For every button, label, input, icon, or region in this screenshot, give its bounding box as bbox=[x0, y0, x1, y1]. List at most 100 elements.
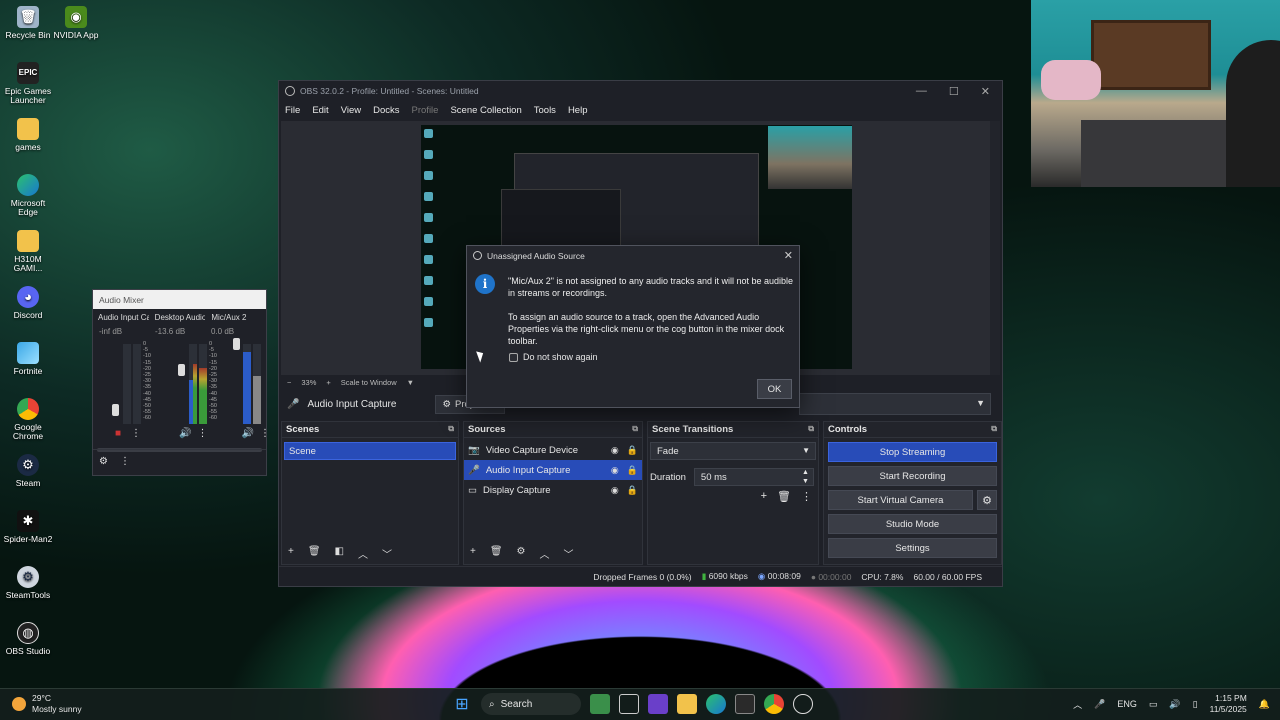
kebab-menu-icon[interactable]: ⋮ bbox=[198, 428, 208, 439]
transition-select[interactable]: Fade ▼ bbox=[650, 442, 816, 460]
volume-fader[interactable] bbox=[112, 404, 119, 416]
do-not-show-checkbox[interactable]: Do not show again bbox=[509, 352, 598, 362]
volume-icon[interactable]: 🔊 bbox=[1169, 699, 1180, 710]
undock-icon[interactable]: ⧉ bbox=[991, 424, 997, 435]
source-item[interactable]: 📷 Video Capture Device ◉ 🔒 bbox=[464, 440, 642, 460]
desktop-icon-steam[interactable]: ⚙ Steam bbox=[0, 454, 56, 488]
gear-icon[interactable]: ⚙ bbox=[517, 546, 526, 560]
desktop-icon-chrome[interactable]: Google Chrome bbox=[0, 398, 56, 442]
audio-device-select[interactable]: ▼ bbox=[799, 393, 991, 415]
dialog-titlebar[interactable]: Unassigned Audio Source ✕ bbox=[467, 246, 799, 265]
undock-icon[interactable]: ⧉ bbox=[632, 424, 638, 435]
widgets-icon[interactable] bbox=[590, 694, 610, 714]
undock-icon[interactable]: ⧉ bbox=[808, 424, 814, 435]
lock-icon[interactable]: 🔒 bbox=[627, 445, 638, 456]
windows-start-icon[interactable]: ⊞ bbox=[452, 694, 472, 714]
menu-edit[interactable]: Edit bbox=[312, 105, 328, 116]
volume-fader[interactable] bbox=[178, 364, 185, 376]
desktop-icon-spiderman2[interactable]: ✱ Spider-Man2 bbox=[0, 510, 56, 544]
menu-file[interactable]: File bbox=[285, 105, 300, 116]
kebab-menu-icon[interactable]: ⋮ bbox=[801, 490, 812, 503]
battery-icon[interactable]: ▯ bbox=[1193, 699, 1198, 710]
kebab-menu-icon[interactable]: ⋮ bbox=[260, 428, 270, 439]
microphone-icon[interactable]: 🎤 bbox=[1094, 699, 1105, 710]
undock-icon[interactable]: ⧉ bbox=[448, 424, 454, 435]
duration-input[interactable]: 50 ms ▲ ▼ bbox=[693, 468, 814, 486]
minimize-icon[interactable]: — bbox=[916, 85, 927, 98]
scene-item[interactable]: Scene bbox=[284, 442, 456, 460]
stop-streaming-button[interactable]: Stop Streaming bbox=[828, 442, 997, 462]
kebab-menu-icon[interactable]: ⋮ bbox=[120, 456, 130, 469]
move-down-icon[interactable]: ﹀ bbox=[564, 546, 574, 561]
desktop-icon-discord[interactable]: ◕ Discord bbox=[0, 286, 56, 320]
speaker-icon[interactable]: 🔊 bbox=[242, 428, 254, 439]
desktop-icon-obs[interactable]: ◍ OBS Studio bbox=[0, 622, 56, 656]
desktop-icon-edge[interactable]: Microsoft Edge bbox=[0, 174, 56, 218]
settings-button[interactable]: Settings bbox=[828, 538, 997, 558]
obs-icon[interactable] bbox=[793, 694, 813, 714]
zoom-out-button[interactable]: − bbox=[287, 378, 291, 387]
eye-icon[interactable]: ◉ bbox=[611, 465, 619, 476]
menu-view[interactable]: View bbox=[341, 105, 361, 116]
volume-fader[interactable] bbox=[233, 338, 240, 350]
maximize-icon[interactable]: ☐ bbox=[949, 85, 959, 98]
source-item[interactable]: ▭ Display Capture ◉ 🔒 bbox=[464, 480, 642, 500]
app-store-icon[interactable] bbox=[648, 694, 668, 714]
desktop-icon-steamtools[interactable]: ⚙ SteamTools bbox=[0, 566, 56, 600]
move-up-icon[interactable]: ︿ bbox=[540, 546, 550, 561]
obs-titlebar[interactable]: OBS 32.0.2 - Profile: Untitled - Scenes:… bbox=[279, 81, 1002, 101]
chevron-up-icon[interactable]: ︿ bbox=[1073, 698, 1082, 711]
edge-icon[interactable] bbox=[706, 694, 726, 714]
eye-icon[interactable]: ◉ bbox=[611, 445, 619, 456]
menu-profile[interactable]: Profile bbox=[412, 105, 439, 116]
source-item[interactable]: 🎤 Audio Input Capture ◉ 🔒 bbox=[464, 460, 642, 480]
trash-icon[interactable]: 🗑 bbox=[490, 546, 503, 560]
scale-to-window[interactable]: Scale to Window bbox=[341, 378, 397, 387]
gear-icon[interactable]: ⚙ bbox=[977, 490, 997, 510]
desktop-icon-epic-games[interactable]: EPIC Epic Games Launcher bbox=[0, 62, 56, 106]
file-explorer-icon[interactable] bbox=[677, 694, 697, 714]
move-down-icon[interactable]: ﹀ bbox=[382, 546, 392, 561]
desktop-icon-games-folder[interactable]: games bbox=[0, 118, 56, 152]
studio-mode-button[interactable]: Studio Mode bbox=[828, 514, 997, 534]
chrome-icon[interactable] bbox=[764, 694, 784, 714]
mute-icon[interactable]: ■ bbox=[115, 428, 121, 439]
filter-icon[interactable]: ◧ bbox=[335, 546, 344, 560]
audio-mixer-title[interactable]: Audio Mixer bbox=[93, 290, 266, 309]
advanced-audio-icon[interactable]: ⚙ bbox=[99, 456, 108, 469]
search-box[interactable]: ⌕ Search bbox=[481, 693, 581, 715]
desktop-icon-h310m[interactable]: H310M GAMI... bbox=[0, 230, 56, 274]
menu-tools[interactable]: Tools bbox=[534, 105, 556, 116]
menu-scene-collection[interactable]: Scene Collection bbox=[450, 105, 521, 116]
kebab-menu-icon[interactable]: ⋮ bbox=[131, 428, 141, 439]
notifications-icon[interactable]: 🔔 bbox=[1259, 699, 1270, 710]
spin-arrows-icon[interactable]: ▲ ▼ bbox=[802, 468, 809, 486]
trash-icon[interactable]: 🗑 bbox=[777, 490, 791, 503]
menu-help[interactable]: Help bbox=[568, 105, 588, 116]
ok-button[interactable]: OK bbox=[757, 379, 792, 399]
lock-icon[interactable]: 🔒 bbox=[627, 465, 638, 476]
start-recording-button[interactable]: Start Recording bbox=[828, 466, 997, 486]
zoom-in-button[interactable]: + bbox=[326, 378, 330, 387]
checkbox-icon[interactable] bbox=[509, 352, 518, 362]
desktop-icon-nvidia-app[interactable]: ◉ NVIDIA App bbox=[48, 6, 104, 40]
chevron-down-icon[interactable]: ▼ bbox=[407, 378, 414, 387]
clock[interactable]: 1:15 PM 11/5/2025 bbox=[1210, 693, 1247, 715]
close-icon[interactable]: ✕ bbox=[981, 85, 990, 98]
task-view-icon[interactable] bbox=[619, 694, 639, 714]
speaker-icon[interactable]: 🔊 bbox=[179, 428, 191, 439]
add-icon[interactable]: + bbox=[288, 546, 294, 560]
microsoft-store-icon[interactable] bbox=[735, 694, 755, 714]
eye-icon[interactable]: ◉ bbox=[611, 485, 619, 496]
language-indicator[interactable]: ENG bbox=[1117, 699, 1137, 709]
trash-icon[interactable]: 🗑 bbox=[308, 546, 321, 560]
weather-widget[interactable]: 29°C Mostly sunny bbox=[12, 693, 82, 715]
move-up-icon[interactable]: ︿ bbox=[358, 546, 368, 561]
lock-icon[interactable]: 🔒 bbox=[627, 485, 638, 496]
audio-mixer-window[interactable]: Audio Mixer Audio Input Captur Desktop A… bbox=[92, 289, 270, 476]
close-icon[interactable]: ✕ bbox=[784, 249, 793, 262]
start-virtual-camera-button[interactable]: Start Virtual Camera bbox=[828, 490, 973, 510]
desktop-icon-fortnite[interactable]: Fortnite bbox=[0, 342, 56, 376]
add-icon[interactable]: + bbox=[761, 490, 767, 503]
add-icon[interactable]: + bbox=[470, 546, 476, 560]
